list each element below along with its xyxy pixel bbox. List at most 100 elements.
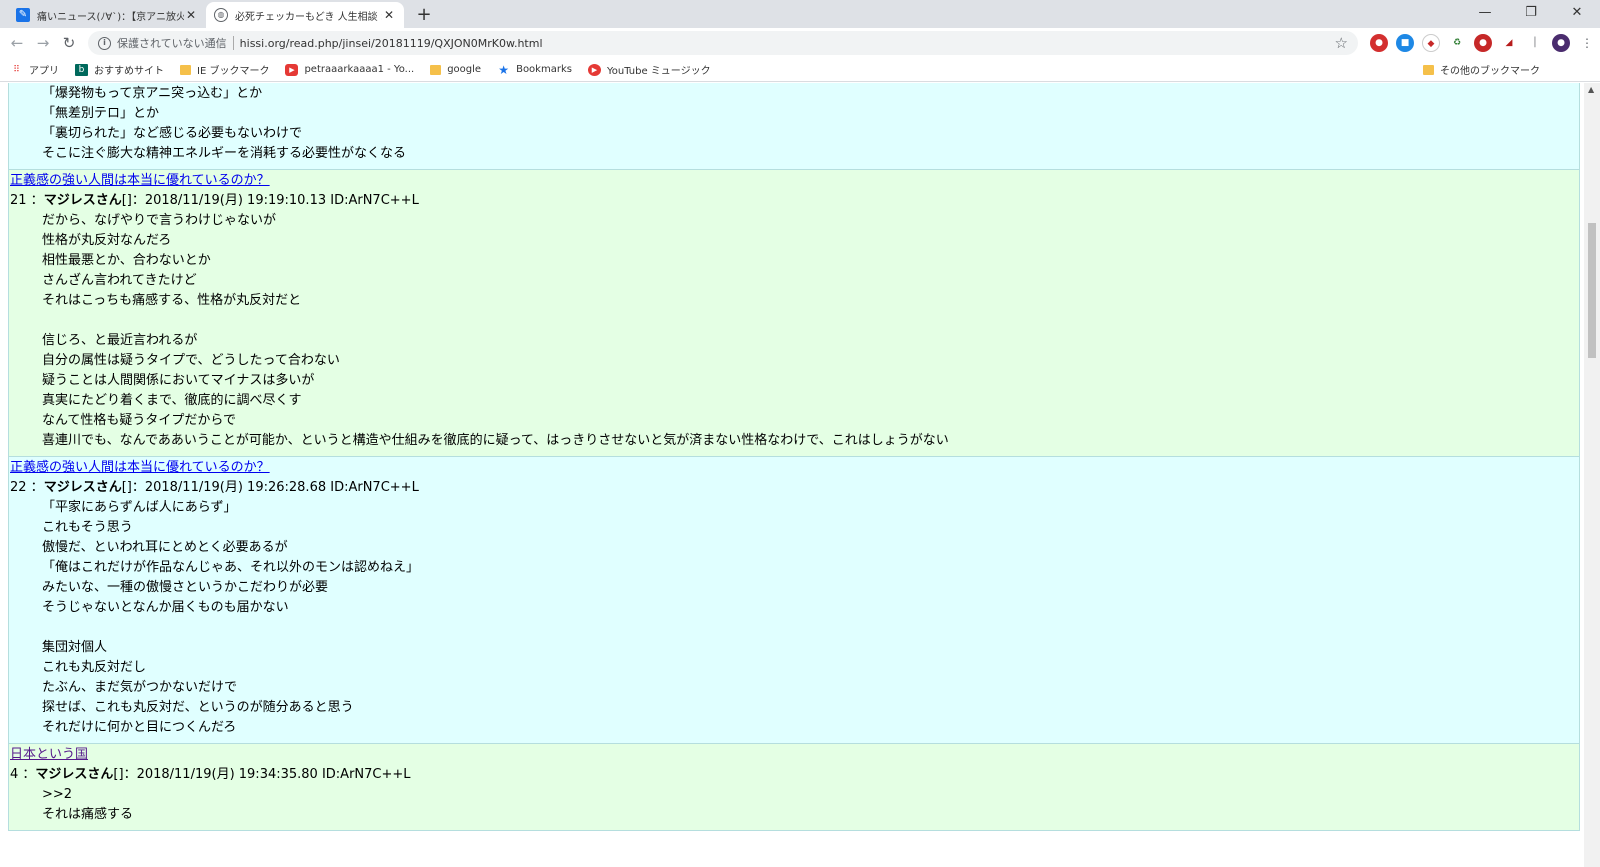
vertical-scrollbar[interactable]: ▲	[1584, 83, 1600, 867]
post-header: 4 ：マジレスさん[]：2018/11/19(月) 19:34:35.80 ID…	[9, 765, 1579, 785]
bookmark-apps[interactable]: ⠿ アプリ	[10, 62, 59, 78]
security-status: 保護されていない通信	[117, 37, 227, 50]
bing-icon: b	[75, 63, 88, 76]
post-line: これもそう思う	[42, 520, 133, 535]
bookmark-google-folder[interactable]: google	[430, 64, 481, 75]
browser-toolbar: ← → ↻ i 保護されていない通信 hissi.org/read.php/ji…	[0, 28, 1600, 58]
post-line: だから、なげやりで言うわけじゃないが	[42, 213, 277, 228]
post-line: そこに注ぐ膨大な精神エネルギーを消耗する必要性がなくなる	[42, 146, 407, 161]
scrollbar-thumb[interactable]	[1588, 223, 1596, 358]
post-meta: []：2018/11/19(月) 19:19:10.13 ID:ArN7C++L	[121, 193, 419, 208]
post-line	[42, 311, 1579, 331]
trend-micro-extension-icon[interactable]: ●	[1370, 34, 1388, 52]
tab-close-icon[interactable]: ✕	[382, 8, 396, 22]
bookmark-recommended[interactable]: b おすすめサイト	[75, 62, 164, 77]
post-line: それはこっちも痛感する、性格が丸反対だと	[42, 293, 302, 308]
avatar-icon[interactable]: ●	[1552, 34, 1570, 52]
news-favicon-icon: ✎	[16, 8, 30, 22]
post-body: >>2 それは痛感する	[9, 785, 1579, 830]
url-text[interactable]: hissi.org/read.php/jinsei/20181119/QXJON…	[240, 37, 543, 50]
bookmark-ie-folder[interactable]: IE ブックマーク	[180, 62, 269, 77]
back-arrow-icon[interactable]: ←	[4, 30, 30, 56]
post-line: それは痛感する	[42, 807, 134, 822]
post-line: 真実にたどり着くまで、徹底的に調べ尽くす	[42, 393, 302, 408]
post-meta: []：2018/11/19(月) 19:34:35.80 ID:ArN7C++L	[113, 767, 411, 782]
globe-favicon-icon: ◍	[214, 8, 228, 22]
post-line: 傲慢だ、といわれ耳にとめとく必要あるが	[42, 540, 288, 555]
post-line: みたいな、一種の傲慢さというかこだわりが必要	[42, 580, 329, 595]
bookmarks-bar: ⠿ アプリ b おすすめサイト IE ブックマーク ▶ petraaarkaaa…	[0, 58, 1600, 82]
bookmark-other-folder[interactable]: その他のブックマーク	[1423, 62, 1540, 77]
bookmark-label: その他のブックマーク	[1440, 66, 1540, 77]
bookmark-bookmarks[interactable]: ★ Bookmarks	[497, 64, 572, 76]
bookmark-label: アプリ	[29, 66, 59, 77]
post-line: さんざん言われてきたけど	[42, 273, 197, 288]
post-line: 「無差別テロ」とか	[42, 106, 160, 121]
post-list: わざわざ、「爆発物もって京アニ突っ込む」とか「無差別テロ」とか「裏切られた」など…	[8, 83, 1580, 831]
post-line	[42, 618, 1579, 638]
post-line: そうじゃないとなんか届くものも届かない	[42, 600, 289, 615]
close-window-button[interactable]: ✕	[1554, 0, 1600, 28]
page-viewport: わざわざ、「爆発物もって京アニ突っ込む」とか「無差別テロ」とか「裏切られた」など…	[0, 83, 1584, 867]
forward-arrow-icon[interactable]: →	[30, 30, 56, 56]
tab-close-icon[interactable]: ✕	[184, 8, 198, 22]
post: 正義感の強い人間は本当に優れているのか？ 21 ：マジレスさん[]：2018/11…	[8, 170, 1580, 457]
thread-title-link[interactable]: 日本という国	[9, 745, 88, 765]
bookmark-label: google	[447, 64, 482, 75]
post-line: 自分の属性は疑うタイプで、どうしたって合わない	[42, 353, 340, 368]
bookmark-label: IE ブックマーク	[197, 66, 270, 77]
tab-itai-news[interactable]: ✎ 痛いニュース(ﾉ∀`)：【京アニ放火】容 ✕	[8, 2, 206, 28]
maximize-button[interactable]: ❐	[1508, 0, 1554, 28]
new-tab-button[interactable]: +	[412, 4, 436, 26]
post-line: >>2	[42, 787, 73, 802]
youtube-music-icon: ▶	[587, 63, 601, 76]
translate-extension-icon[interactable]: ■	[1396, 34, 1414, 52]
adblock-extension-icon[interactable]: ●	[1474, 34, 1492, 52]
post-line: たぶん、まだ気がつかないだけで	[42, 680, 238, 695]
post-body: わざわざ、「爆発物もって京アニ突っ込む」とか「無差別テロ」とか「裏切られた」など…	[9, 83, 1579, 169]
apps-grid-icon: ⠿	[13, 64, 20, 75]
post-line: 探せば、これも丸反対だ、というのが随分あると思う	[42, 700, 354, 715]
tab-title: 痛いニュース(ﾉ∀`)：【京アニ放火】容	[37, 11, 184, 23]
minimize-button[interactable]: —	[1462, 0, 1508, 28]
shield-extension-icon[interactable]: ◆	[1422, 34, 1440, 52]
poster-name: マジレスさん	[43, 193, 122, 208]
post-header: 21 ：マジレスさん[]：2018/11/19(月) 19:19:10.13 I…	[9, 191, 1579, 211]
extension-icons: ● ■ ◆ ♻ ● ◢ │ ● ⋮	[1370, 34, 1596, 52]
pdf-extension-icon[interactable]: ◢	[1500, 34, 1518, 52]
post-line: 「裏切られた」など感じる必要もないわけで	[42, 126, 303, 141]
omnibox-divider	[232, 36, 234, 50]
menu-dots-icon[interactable]: ⋮	[1578, 34, 1596, 52]
address-bar[interactable]: i 保護されていない通信 hissi.org/read.php/jinsei/2…	[88, 31, 1358, 55]
post-line: 性格が丸反対なんだろ	[42, 233, 172, 248]
scroll-up-arrow-icon[interactable]: ▲	[1588, 85, 1594, 94]
bookmark-youtube-music[interactable]: ▶ YouTube ミュージック	[587, 62, 711, 77]
thread-title-link[interactable]: 正義感の強い人間は本当に優れているのか？	[9, 171, 270, 191]
post-line: それだけに何かと目につくんだろ	[42, 720, 237, 735]
post-line: 「爆発物もって京アニ突っ込む」とか	[42, 86, 263, 101]
post: わざわざ、「爆発物もって京アニ突っ込む」とか「無差別テロ」とか「裏切られた」など…	[8, 83, 1580, 170]
post-line: これも丸反対だし	[42, 660, 147, 675]
bookmark-label: YouTube ミュージック	[606, 66, 711, 77]
bookmark-youtube-channel[interactable]: ▶ petraaarkaaaa1 - Yo...	[285, 63, 415, 76]
tab-title: 必死チェッカーもどき 人生相談 > 20	[235, 11, 382, 23]
tab-hissi-checker[interactable]: ◍ 必死チェッカーもどき 人生相談 > 20 ✕	[206, 2, 404, 28]
profile-separator-icon: │	[1526, 34, 1544, 52]
thread-title-link[interactable]: 正義感の強い人間は本当に優れているのか？	[9, 458, 270, 478]
post-body: だから、なげやりで言うわけじゃないが 性格が丸反対なんだろ 相性最悪とか、合わないと…	[9, 211, 1579, 456]
post-line: 信じろ、と最近言われるが	[42, 333, 198, 348]
bookmark-label: Bookmarks	[516, 64, 572, 75]
youtube-icon: ▶	[285, 63, 299, 76]
post: 日本という国 4 ：マジレスさん[]：2018/11/19(月) 19:34:35…	[8, 744, 1580, 831]
post-line: 「平家にあらずんば人にあらず」	[42, 500, 237, 515]
bookmark-label: petraaarkaaaa1 - Yo...	[304, 64, 415, 75]
bookmark-label: おすすめサイト	[94, 66, 164, 77]
post-line: 疑うことは人間関係においてマイナスは多いが	[42, 373, 315, 388]
reload-icon[interactable]: ↻	[56, 30, 82, 56]
poster-name: マジレスさん	[43, 480, 122, 495]
recycle-extension-icon[interactable]: ♻	[1448, 34, 1466, 52]
poster-name: マジレスさん	[35, 767, 114, 782]
bookmark-star-icon[interactable]: ☆	[1335, 34, 1348, 52]
info-icon[interactable]: i	[98, 36, 111, 50]
post: 正義感の強い人間は本当に優れているのか？ 22 ：マジレスさん[]：2018/11…	[8, 457, 1580, 744]
